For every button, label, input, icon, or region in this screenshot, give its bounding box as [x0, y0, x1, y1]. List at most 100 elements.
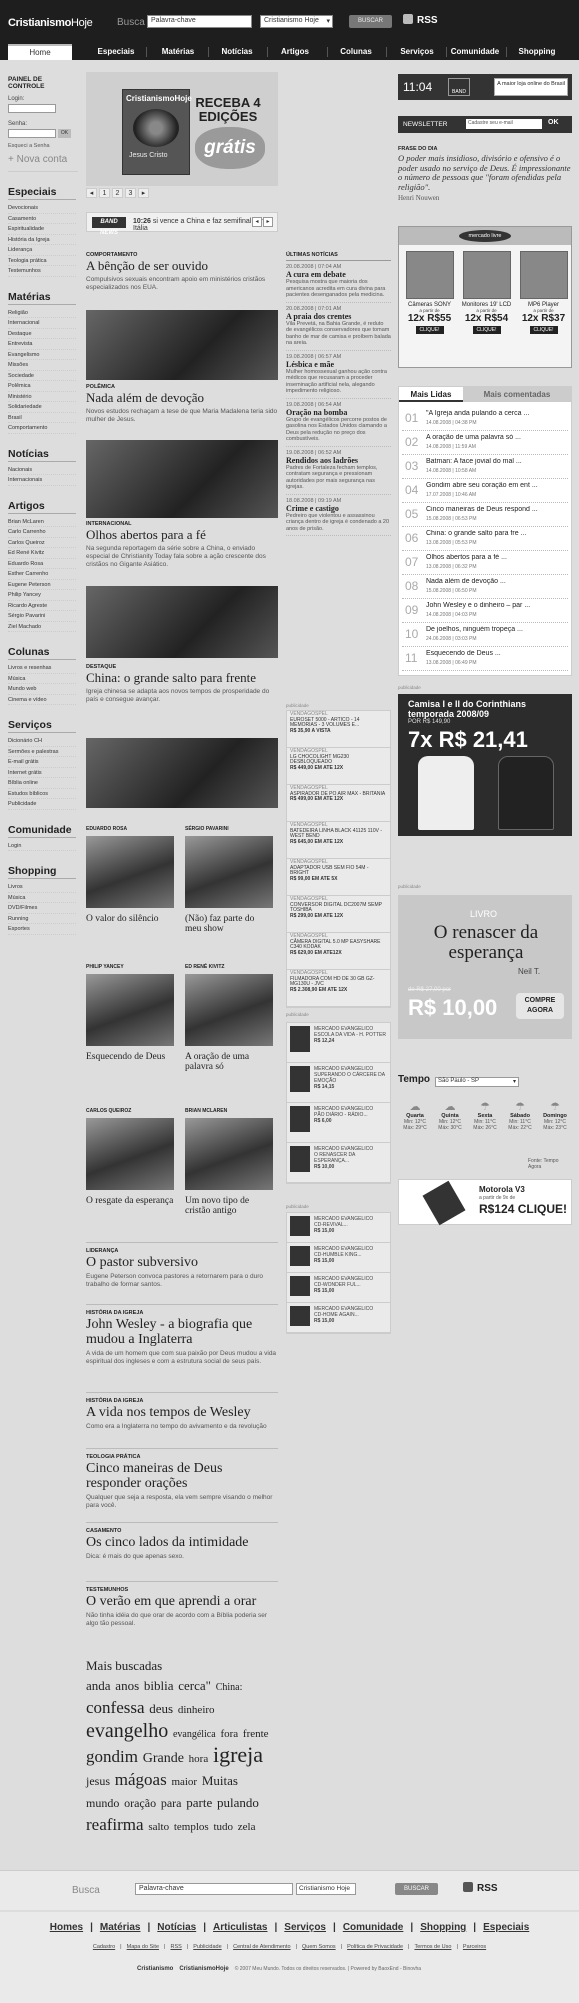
tag-link[interactable]: salto: [148, 1821, 169, 1833]
footer-search-button[interactable]: BUSCAR: [395, 1883, 438, 1895]
tag-link[interactable]: Muitas: [202, 1773, 238, 1788]
column-title[interactable]: Um novo tipo de cristão antigo: [185, 1196, 273, 1216]
sidebar-item[interactable]: Livros e resenhas: [8, 663, 76, 674]
ml-click-button[interactable]: CLIQUE!: [472, 326, 501, 334]
sidebar-item[interactable]: Login: [8, 841, 76, 851]
article-title[interactable]: A oração de uma palavra só ...: [426, 434, 566, 441]
tag-link[interactable]: maior: [171, 1776, 197, 1788]
shop-item[interactable]: VENDAGOSPEL LG CHOCOLIGHT MG230 DESBLOQUE…: [287, 748, 390, 785]
footer-nav-link[interactable]: Articulistas: [213, 1922, 267, 1933]
search-scope-select[interactable]: Cristianismo Hoje: [260, 15, 333, 28]
news-item[interactable]: 20.08.2008 | 07:04 AM A cura em debate Pes…: [286, 264, 391, 303]
pager-prev[interactable]: ◂: [86, 188, 97, 198]
news-item[interactable]: 19.08.2008 | 06:57 AM Lésbica e mãe Mulher…: [286, 354, 391, 399]
shop-item[interactable]: VENDAGOSPEL CONVERSOR DIGITAL DC2007M SEM…: [287, 896, 390, 933]
footer-link[interactable]: Cadastro: [93, 1944, 115, 1950]
tag-link[interactable]: anos: [115, 1678, 139, 1693]
nav-shopping[interactable]: Shopping: [507, 44, 567, 60]
shop-item[interactable]: VENDAGOSPEL FILMADORA COM HD DE 30 GB GZ-…: [287, 970, 390, 1007]
store-ad[interactable]: A maior loja online do Brasil: [494, 78, 568, 96]
sidebar-item[interactable]: Internacionais: [8, 475, 76, 486]
corinthians-banner[interactable]: Camisa I e II do Corinthians temporada 2…: [398, 694, 572, 836]
shop-item[interactable]: VENDAGOSPEL CÂMERA DIGITAL 5.0 MP EASYSHA…: [287, 933, 390, 970]
sidebar-item[interactable]: Entrevista: [8, 339, 76, 350]
most-read-item[interactable]: 07 Olhos abertos para a fé ... 13.08.2008 …: [402, 551, 568, 575]
footer-nav-link[interactable]: Notícias: [157, 1922, 196, 1933]
forgot-password-link[interactable]: Esqueci a Senha: [8, 143, 80, 149]
shop-item[interactable]: MERCADO EVANGELICO CD-REVIVAL... R$ 15,00: [287, 1213, 390, 1243]
story-photo[interactable]: [86, 738, 278, 808]
buy-now-button[interactable]: COMPRE AGORA: [516, 993, 564, 1019]
nav-matérias[interactable]: Matérias: [150, 44, 206, 60]
sidebar-item[interactable]: Brian McLaren: [8, 517, 76, 527]
tag-link[interactable]: anda: [86, 1678, 111, 1693]
most-read-item[interactable]: 02 A oração de uma palavra só ... 14.08.20…: [402, 431, 568, 455]
sidebar-item[interactable]: Internacional: [8, 318, 76, 329]
sidebar-item[interactable]: E-mail grátis: [8, 757, 76, 768]
shop-item[interactable]: MERCADO EVANGELICO SUPERANDO O CÁRCERE DA…: [287, 1063, 390, 1103]
column-title[interactable]: O resgate da esperança: [86, 1196, 174, 1206]
footer-rss-link[interactable]: RSS: [463, 1882, 498, 1894]
sidebar-item[interactable]: História da Igreja: [8, 235, 76, 245]
sidebar-section-title[interactable]: Shopping: [8, 865, 76, 879]
sidebar-item[interactable]: Ziel Machado: [8, 622, 76, 632]
sidebar-item[interactable]: Evangelismo: [8, 350, 76, 360]
sidebar-item[interactable]: Publicidade: [8, 799, 76, 810]
author-column[interactable]: SÉRGIO PAVARINI (Não) faz parte do meu sh…: [185, 826, 273, 934]
sidebar-item[interactable]: Esther Carrenho: [8, 569, 76, 580]
article-title[interactable]: Esquecendo de Deus ...: [426, 650, 566, 657]
most-read-item[interactable]: 05 Cinco maneiras de Deus respond ... 15.0…: [402, 503, 568, 527]
sidebar-item[interactable]: Teologia prática: [8, 256, 76, 266]
tag-link[interactable]: igreja: [213, 1742, 263, 1767]
sidebar-section-title[interactable]: Comunidade: [8, 824, 76, 838]
sidebar-item[interactable]: Religião: [8, 308, 76, 318]
shop-item[interactable]: MERCADO EVANGELICO PÃO DIÁRIO - RÁDIO... R…: [287, 1103, 390, 1143]
motorola-ad[interactable]: Motorola V3 a partir de 9x de R$124 CLIQ…: [398, 1179, 572, 1226]
search-input[interactable]: Palavra-chave: [147, 15, 252, 28]
tag-link[interactable]: fora: [220, 1728, 238, 1740]
most-read-item[interactable]: 11 Esquecendo de Deus ... 13.08.2008 | 06:…: [402, 647, 568, 671]
sidebar-section-title[interactable]: Artigos: [8, 500, 76, 514]
article-title[interactable]: Batman: A face jovial do mal ...: [426, 458, 566, 465]
nav-serviços[interactable]: Serviços: [390, 44, 444, 60]
shop-item[interactable]: MERCADO EVANGELICO CD-HOME AGAIN... R$ 15,…: [287, 1303, 390, 1333]
footer-link[interactable]: RSS: [170, 1944, 181, 1950]
footer-scope-select[interactable]: Cristianismo Hoje: [296, 1883, 356, 1895]
tag-link[interactable]: frente: [243, 1728, 269, 1740]
news-title[interactable]: Crime e castigo: [286, 504, 391, 513]
footer-link[interactable]: Central de Atendimento: [233, 1944, 290, 1950]
nav-artigos[interactable]: Artigos: [265, 44, 325, 60]
most-read-item[interactable]: 04 Gondim abre seu coração em ent ... 17.0…: [402, 479, 568, 503]
footer-search-input[interactable]: Palavra-chave: [135, 1883, 293, 1895]
article-title[interactable]: "A Igreja anda pulando a cerca ...: [426, 410, 566, 417]
sidebar-item[interactable]: Carlos Queiroz: [8, 538, 76, 548]
ml-click-button[interactable]: CLIQUE!: [415, 326, 444, 334]
tag-link[interactable]: cerca": [178, 1678, 211, 1693]
sidebar-item[interactable]: Música: [8, 893, 76, 903]
story-headline[interactable]: O pastor subversivo: [86, 1255, 278, 1270]
sidebar-section-title[interactable]: Colunas: [8, 646, 76, 660]
news-item[interactable]: 19.08.2008 | 06:54 AM Oração na bomba Grup…: [286, 402, 391, 447]
article-title[interactable]: De joelhos, ninguém tropeça ...: [426, 626, 566, 633]
tag-link[interactable]: templos: [174, 1821, 209, 1833]
author-column[interactable]: ED RENÉ KIVITZ A oração de uma palavra só: [185, 964, 273, 1072]
ml-product[interactable]: MP6 Player a partir de 12x R$37 CLIQUE!: [516, 249, 571, 364]
most-read-item[interactable]: 01 "A Igreja anda pulando a cerca ... 14.0…: [402, 407, 568, 431]
story-headline[interactable]: A bênção de ser ouvido: [86, 259, 278, 273]
tag-link[interactable]: pulando: [217, 1795, 259, 1810]
story-headline[interactable]: O verão em que aprendi a orar: [86, 1594, 278, 1609]
article-title[interactable]: Nada além de devoção ...: [426, 578, 566, 585]
sidebar-item[interactable]: Philip Yancey: [8, 590, 76, 601]
sidebar-item[interactable]: Livros: [8, 882, 76, 893]
nav-home[interactable]: Home: [8, 44, 72, 60]
tag-link[interactable]: evangelho: [86, 1720, 168, 1742]
news-item[interactable]: 18.08.2008 | 09:19 AM Crime e castigo Pedr…: [286, 498, 391, 536]
shop-item[interactable]: VENDAGOSPEL EUROSET 5000 - ARTICO - 14 ME…: [287, 711, 390, 748]
footer-link[interactable]: Mapa do Site: [127, 1944, 159, 1950]
story-headline[interactable]: Nada além de devoção: [86, 391, 278, 405]
footer-nav-link[interactable]: Comunidade: [343, 1922, 404, 1933]
sidebar-item[interactable]: Casamento: [8, 214, 76, 224]
story-headline[interactable]: John Wesley - a biografia que mudou a In…: [86, 1317, 278, 1347]
story-headline[interactable]: Olhos abertos para a fé: [86, 528, 278, 542]
tag-link[interactable]: dinheiro: [178, 1704, 215, 1716]
